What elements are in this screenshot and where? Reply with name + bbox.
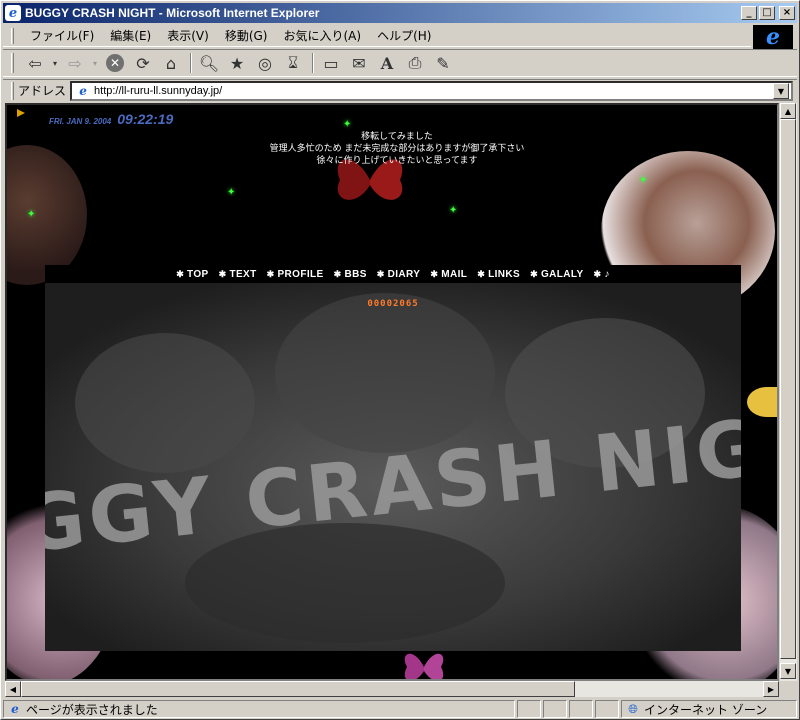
- menu-favorites[interactable]: お気に入り(A): [275, 25, 369, 46]
- menu-help[interactable]: ヘルプ(H): [369, 25, 439, 46]
- scroll-up-icon[interactable]: ▲: [780, 103, 796, 119]
- horizontal-scroll-thumb[interactable]: [21, 681, 575, 697]
- status-cell: [595, 700, 619, 718]
- scroll-corner: [779, 681, 797, 697]
- title-bar[interactable]: e BUGGY CRASH NIGHT - Microsoft Internet…: [3, 3, 797, 23]
- menu-view[interactable]: 表示(V): [159, 25, 217, 46]
- menu-file[interactable]: ファイル(F): [22, 25, 102, 46]
- page-clock: FRI. JAN 9. 2004 09:22:19: [49, 111, 173, 127]
- forward-dropdown-icon[interactable]: ▾: [90, 51, 100, 75]
- ie-throbber-icon: e: [753, 24, 793, 50]
- font-size-icon[interactable]: A: [374, 51, 400, 75]
- deco-photo-left: [7, 145, 87, 285]
- favorites-icon[interactable]: ★: [224, 51, 250, 75]
- nav-bbs[interactable]: BBS: [329, 269, 372, 280]
- print-icon[interactable]: ⎙: [402, 51, 428, 75]
- toolbar: ⇦ ▾ ⇨ ▾ ✕ ⟳ ⌂ 🔍︎ ★ ◎ ⌛︎ ▭ ✉ A ⎙ ✎: [3, 49, 797, 77]
- page-icon: e: [79, 83, 87, 98]
- back-icon[interactable]: ⇦: [22, 51, 48, 75]
- nav-top[interactable]: TOP: [171, 269, 213, 280]
- status-text: ページが表示されました: [26, 702, 158, 717]
- clock-time: 09:22:19: [117, 111, 174, 127]
- address-url[interactable]: http://ll-ruru-ll.sunnyday.jp/: [94, 85, 222, 97]
- nav-mail[interactable]: MAIL: [425, 269, 472, 280]
- edit-icon[interactable]: ✎: [430, 51, 456, 75]
- sparkle-icon: ✦: [227, 187, 236, 198]
- main-panel: BUGGY CRASH NIGHT TOP TEXT PROFILE BBS D…: [45, 265, 741, 651]
- clock-date: FRI. JAN 9. 2004: [49, 117, 112, 126]
- fullscreen-icon[interactable]: ▭: [318, 51, 344, 75]
- status-bar: e ページが表示されました 🌐︎ インターネット ゾーン: [3, 699, 797, 719]
- sparkle-icon: ✦: [449, 205, 458, 216]
- deco-yellow-shape: [747, 387, 777, 417]
- security-zone[interactable]: 🌐︎ インターネット ゾーン: [621, 700, 797, 718]
- minimize-button[interactable]: _: [741, 6, 757, 20]
- media-icon[interactable]: ◎: [252, 51, 278, 75]
- ie-app-icon[interactable]: e: [5, 5, 21, 21]
- notice-line: 徐々に作り上げていきたいと思ってます: [316, 156, 478, 166]
- zone-text: インターネット ゾーン: [644, 702, 768, 717]
- maximize-button[interactable]: □: [759, 6, 775, 20]
- browser-window: e BUGGY CRASH NIGHT - Microsoft Internet…: [0, 0, 800, 720]
- status-cell: [543, 700, 567, 718]
- status-message: e ページが表示されました: [3, 700, 515, 718]
- address-grip[interactable]: [11, 81, 14, 100]
- menu-grip[interactable]: [11, 27, 14, 44]
- address-dropdown-icon[interactable]: ▼: [773, 83, 789, 99]
- status-cell: [517, 700, 541, 718]
- sparkle-icon: ✦: [343, 119, 352, 130]
- vertical-scrollbar[interactable]: ▲ ▼: [779, 103, 797, 681]
- forward-icon[interactable]: ⇨: [62, 51, 88, 75]
- address-input[interactable]: e http://ll-ruru-ll.sunnyday.jp/: [70, 80, 793, 101]
- nav-music[interactable]: ♪: [589, 269, 615, 280]
- sparkle-icon: ✦: [27, 209, 36, 220]
- refresh-icon[interactable]: ⟳: [130, 51, 156, 75]
- status-cell: [569, 700, 593, 718]
- scroll-right-icon[interactable]: ▶: [763, 681, 779, 697]
- title-art-image: BUGGY CRASH NIGHT: [45, 283, 741, 651]
- butterfly-pink-icon: [404, 653, 444, 679]
- notice-line: 管理人多忙のため まだ未完成な部分はありますが御了承下さい: [269, 144, 525, 154]
- scroll-down-icon[interactable]: ▼: [780, 663, 796, 679]
- address-label: アドレス: [18, 84, 67, 98]
- toolbar-separator: [190, 53, 192, 73]
- page-done-icon: e: [11, 702, 19, 716]
- search-icon[interactable]: 🔍︎: [196, 51, 222, 75]
- nav-text[interactable]: TEXT: [214, 269, 262, 280]
- home-icon[interactable]: ⌂: [158, 51, 184, 75]
- sparkle-icon: ✦: [639, 175, 648, 186]
- globe-icon: 🌐︎: [628, 701, 638, 716]
- vertical-scroll-thumb[interactable]: [780, 119, 796, 659]
- mail-icon[interactable]: ✉: [346, 51, 372, 75]
- access-counter: 00002065: [367, 299, 419, 309]
- nav-galaly[interactable]: GALALY: [525, 269, 588, 280]
- menu-edit[interactable]: 編集(E): [102, 25, 159, 46]
- stop-icon[interactable]: ✕: [102, 51, 128, 75]
- address-bar: アドレス e http://ll-ruru-ll.sunnyday.jp/ ▼: [3, 79, 797, 101]
- menu-bar: ファイル(F) 編集(E) 表示(V) 移動(G) お気に入り(A) ヘルプ(H…: [3, 25, 751, 47]
- history-icon[interactable]: ⌛︎: [280, 51, 306, 75]
- toolbar-grip[interactable]: [11, 53, 14, 73]
- nav-links[interactable]: LINKS: [472, 269, 525, 280]
- nav-bar: TOP TEXT PROFILE BBS DIARY MAIL LINKS GA…: [45, 265, 741, 283]
- window-title: BUGGY CRASH NIGHT - Microsoft Internet E…: [25, 6, 320, 20]
- horizontal-scrollbar[interactable]: ◀ ▶: [5, 681, 779, 697]
- toolbar-separator: [312, 53, 314, 73]
- play-marker-icon: [17, 109, 25, 117]
- notice-line: 移転してみました: [361, 132, 433, 142]
- menu-go[interactable]: 移動(G): [217, 25, 276, 46]
- notice-text: 移転してみました 管理人多忙のため まだ未完成な部分はありますが御了承下さい 徐…: [207, 131, 587, 167]
- nav-profile[interactable]: PROFILE: [262, 269, 329, 280]
- back-dropdown-icon[interactable]: ▾: [50, 51, 60, 75]
- nav-diary[interactable]: DIARY: [372, 269, 426, 280]
- close-button[interactable]: ×: [779, 6, 795, 20]
- page-viewport[interactable]: FRI. JAN 9. 2004 09:22:19 移転してみました 管理人多忙…: [5, 103, 779, 681]
- scroll-left-icon[interactable]: ◀: [5, 681, 21, 697]
